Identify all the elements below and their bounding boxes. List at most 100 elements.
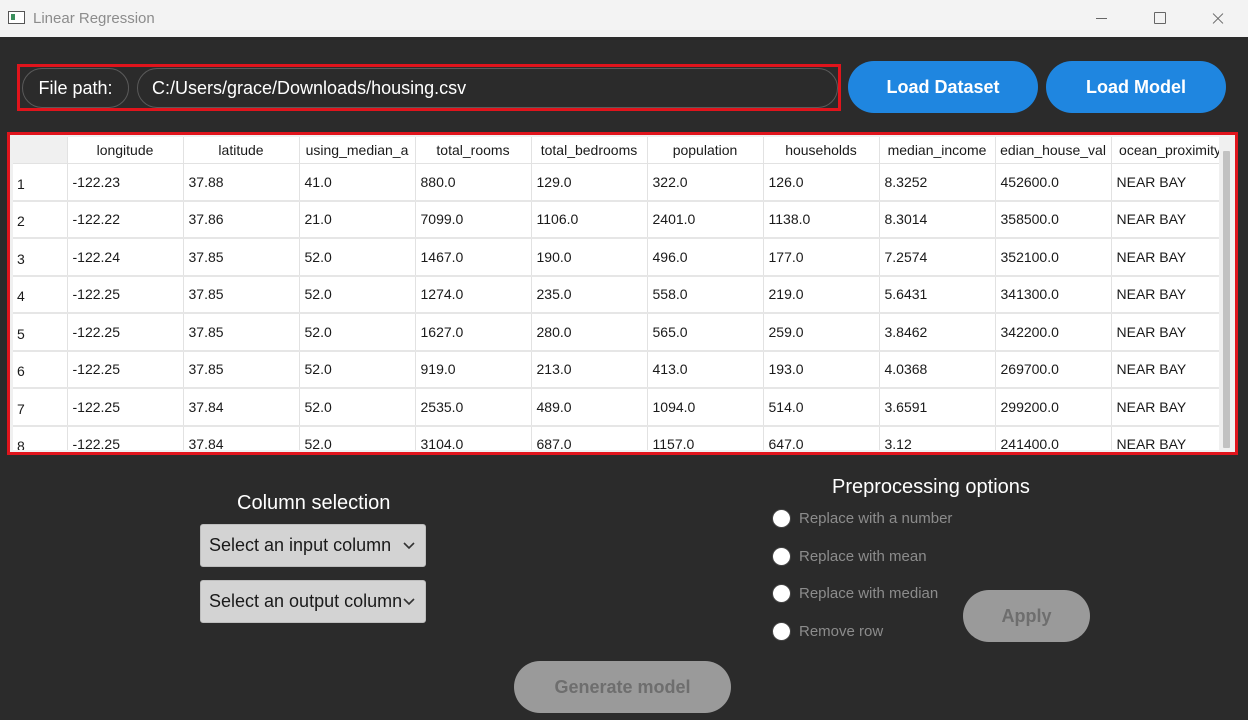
table-cell[interactable]: NEAR BAY: [1111, 388, 1219, 427]
table-cell[interactable]: 190.0: [531, 238, 648, 277]
table-cell[interactable]: 52.0: [299, 313, 416, 352]
row-index[interactable]: 6: [13, 350, 68, 389]
table-cell[interactable]: 3.6591: [879, 388, 996, 427]
table-cell[interactable]: 299200.0: [995, 388, 1112, 427]
table-cell[interactable]: 880.0: [415, 163, 532, 202]
table-cell[interactable]: 1627.0: [415, 313, 532, 352]
scrollbar-thumb[interactable]: [1223, 151, 1230, 448]
table-cell[interactable]: 5.6431: [879, 275, 996, 314]
row-index[interactable]: 7: [13, 388, 68, 427]
table-cell[interactable]: 322.0: [647, 163, 764, 202]
column-header[interactable]: total_bedrooms: [531, 137, 648, 164]
apply-button[interactable]: Apply: [963, 590, 1090, 642]
radio-button[interactable]: [772, 583, 791, 603]
table-cell[interactable]: -122.25: [67, 425, 184, 450]
radio-replace-number[interactable]: Replace with a number: [772, 508, 952, 528]
table-cell[interactable]: 558.0: [647, 275, 764, 314]
column-header[interactable]: latitude: [183, 137, 300, 164]
table-cell[interactable]: 8.3014: [879, 200, 996, 239]
table-cell[interactable]: 259.0: [763, 313, 880, 352]
table-cell[interactable]: -122.25: [67, 275, 184, 314]
table-cell[interactable]: 452600.0: [995, 163, 1112, 202]
table-cell[interactable]: 342200.0: [995, 313, 1112, 352]
column-header[interactable]: longitude: [67, 137, 184, 164]
table-cell[interactable]: 413.0: [647, 350, 764, 389]
output-column-select[interactable]: Select an output column: [200, 580, 426, 623]
generate-model-button[interactable]: Generate model: [514, 661, 731, 713]
table-cell[interactable]: 1094.0: [647, 388, 764, 427]
table-cell[interactable]: 37.85: [183, 238, 300, 277]
table-cell[interactable]: 2535.0: [415, 388, 532, 427]
input-column-select[interactable]: Select an input column: [200, 524, 426, 567]
column-header[interactable]: ocean_proximity: [1111, 137, 1219, 164]
table-cell[interactable]: 3.8462: [879, 313, 996, 352]
column-header[interactable]: population: [647, 137, 764, 164]
table-cell[interactable]: 21.0: [299, 200, 416, 239]
table-cell[interactable]: 1274.0: [415, 275, 532, 314]
row-index[interactable]: 2: [13, 200, 68, 239]
row-index[interactable]: 8: [13, 425, 68, 450]
radio-replace-mean[interactable]: Replace with mean: [772, 546, 927, 566]
table-cell[interactable]: -122.22: [67, 200, 184, 239]
row-index[interactable]: 1: [13, 163, 68, 202]
table-cell[interactable]: NEAR BAY: [1111, 275, 1219, 314]
radio-replace-median[interactable]: Replace with median: [772, 583, 938, 603]
data-table-viewport[interactable]: longitude latitude using_median_a total_…: [13, 137, 1219, 450]
table-cell[interactable]: 1467.0: [415, 238, 532, 277]
column-header[interactable]: using_median_a: [299, 137, 416, 164]
table-cell[interactable]: 37.84: [183, 425, 300, 450]
table-cell[interactable]: 126.0: [763, 163, 880, 202]
table-cell[interactable]: 37.85: [183, 313, 300, 352]
table-cell[interactable]: 514.0: [763, 388, 880, 427]
minimize-icon[interactable]: [1072, 0, 1130, 37]
table-cell[interactable]: -122.25: [67, 313, 184, 352]
table-cell[interactable]: 8.3252: [879, 163, 996, 202]
table-cell[interactable]: 2401.0: [647, 200, 764, 239]
row-index[interactable]: 3: [13, 238, 68, 277]
table-cell[interactable]: 647.0: [763, 425, 880, 450]
load-dataset-button[interactable]: Load Dataset: [848, 61, 1038, 113]
table-cell[interactable]: -122.23: [67, 163, 184, 202]
table-cell[interactable]: -122.24: [67, 238, 184, 277]
close-icon[interactable]: [1188, 0, 1246, 37]
table-cell[interactable]: 241400.0: [995, 425, 1112, 450]
table-cell[interactable]: NEAR BAY: [1111, 238, 1219, 277]
table-row[interactable]: 3 -122.24 37.85 52.0 1467.0 190.0 496.0 177.0 7.…: [13, 238, 1219, 277]
table-cell[interactable]: 52.0: [299, 350, 416, 389]
maximize-icon[interactable]: [1130, 0, 1188, 37]
table-cell[interactable]: 687.0: [531, 425, 648, 450]
table-cell[interactable]: 213.0: [531, 350, 648, 389]
radio-button[interactable]: [772, 621, 791, 641]
column-header[interactable]: total_rooms: [415, 137, 532, 164]
radio-button[interactable]: [772, 508, 791, 528]
table-cell[interactable]: 37.85: [183, 350, 300, 389]
row-index[interactable]: 5: [13, 313, 68, 352]
table-cell[interactable]: NEAR BAY: [1111, 425, 1219, 450]
table-cell[interactable]: 41.0: [299, 163, 416, 202]
table-cell[interactable]: 358500.0: [995, 200, 1112, 239]
table-cell[interactable]: 52.0: [299, 238, 416, 277]
table-cell[interactable]: 3104.0: [415, 425, 532, 450]
table-cell[interactable]: 7099.0: [415, 200, 532, 239]
table-row[interactable]: 8 -122.25 37.84 52.0 3104.0 687.0 1157.0 647.0 3…: [13, 425, 1219, 450]
radio-remove-row[interactable]: Remove row: [772, 621, 883, 641]
table-cell[interactable]: 37.86: [183, 200, 300, 239]
column-header[interactable]: households: [763, 137, 880, 164]
load-model-button[interactable]: Load Model: [1046, 61, 1226, 113]
table-cell[interactable]: -122.25: [67, 350, 184, 389]
table-row[interactable]: 4 -122.25 37.85 52.0 1274.0 235.0 558.0 219.0 5.…: [13, 275, 1219, 314]
table-corner[interactable]: [13, 137, 68, 164]
table-cell[interactable]: 3.12: [879, 425, 996, 450]
table-cell[interactable]: 352100.0: [995, 238, 1112, 277]
table-row[interactable]: 5 -122.25 37.85 52.0 1627.0 280.0 565.0 259.0 3.…: [13, 313, 1219, 352]
table-cell[interactable]: NEAR BAY: [1111, 350, 1219, 389]
radio-button[interactable]: [772, 546, 791, 566]
table-cell[interactable]: 193.0: [763, 350, 880, 389]
table-cell[interactable]: 7.2574: [879, 238, 996, 277]
column-header[interactable]: median_income: [879, 137, 996, 164]
table-cell[interactable]: 52.0: [299, 388, 416, 427]
table-row[interactable]: 2 -122.22 37.86 21.0 7099.0 1106.0 2401.0 1138.…: [13, 200, 1219, 239]
table-cell[interactable]: 52.0: [299, 425, 416, 450]
table-cell[interactable]: -122.25: [67, 388, 184, 427]
table-cell[interactable]: 37.88: [183, 163, 300, 202]
